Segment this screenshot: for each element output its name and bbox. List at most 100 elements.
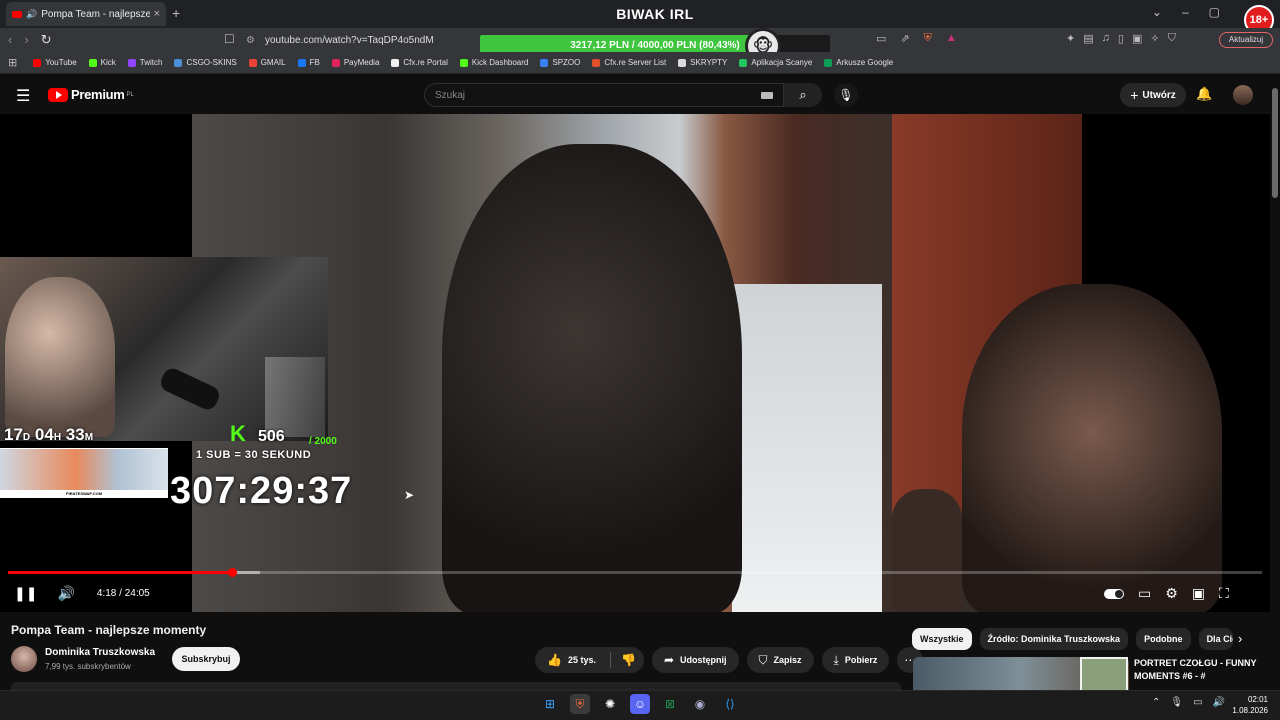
new-tab-icon[interactable]: + bbox=[172, 5, 180, 21]
download-button[interactable]: ⤓ Pobierz bbox=[821, 647, 890, 673]
speaker-icon[interactable]: 🔊 bbox=[26, 9, 37, 20]
thumbs-down-icon[interactable]: 👎 bbox=[621, 653, 636, 667]
update-button[interactable]: Aktualizuj bbox=[1219, 32, 1273, 48]
channel-avatar[interactable] bbox=[11, 646, 37, 672]
youtube-premium-logo[interactable]: Premium PL bbox=[48, 87, 134, 102]
youtube-play-icon bbox=[48, 87, 68, 102]
notifications-bell-icon[interactable]: 🔔 bbox=[1196, 86, 1212, 102]
chevron-right-icon[interactable]: › bbox=[1238, 631, 1242, 646]
bookmark-gmail[interactable]: GMAIL bbox=[248, 58, 286, 67]
subscriber-count: 7,99 tys. subskrybentów bbox=[45, 662, 131, 671]
fullscreen-icon[interactable]: ⛶ bbox=[1219, 585, 1229, 602]
autoplay-toggle[interactable] bbox=[1104, 588, 1124, 599]
bookmark-csgo-skins[interactable]: CSGO-SKINS bbox=[174, 58, 237, 67]
bookmark-spzoo[interactable]: SPZOO bbox=[540, 58, 580, 67]
sidebar-icon[interactable]: ▯ bbox=[1118, 32, 1124, 45]
subtitles-icon[interactable]: ▭ bbox=[1138, 585, 1151, 602]
channel-name[interactable]: Dominika Truszkowska bbox=[45, 647, 155, 658]
bookmark-cfx-server-list[interactable]: Cfx.re Server List bbox=[592, 58, 666, 67]
bookmark-paymedia[interactable]: PayMedia bbox=[331, 58, 379, 67]
chip-all[interactable]: Wszystkie bbox=[912, 628, 972, 650]
tray-microphone-icon[interactable]: 🎙 bbox=[1170, 697, 1183, 708]
obs-icon[interactable]: ◉ bbox=[690, 694, 710, 714]
account-avatar[interactable] bbox=[1233, 85, 1253, 105]
bookmark-google-sheets[interactable]: Arkusze Google bbox=[824, 58, 893, 67]
progress-bar[interactable] bbox=[8, 568, 1262, 577]
subscribe-button[interactable]: Subskrybuj bbox=[172, 647, 240, 671]
reading-list-icon[interactable]: ▤ bbox=[1083, 32, 1093, 45]
chatgpt-icon[interactable]: ✺ bbox=[600, 694, 620, 714]
player-controls-right: ▭ ⚙ ▣ ⛶ bbox=[1104, 585, 1229, 602]
volume-icon[interactable]: 🔊 bbox=[57, 585, 74, 602]
keyboard-icon[interactable] bbox=[761, 92, 773, 99]
bookmark-scanye[interactable]: Aplikacja Scanye bbox=[739, 58, 812, 67]
brave-shields-icon[interactable]: ⛨ bbox=[924, 32, 932, 45]
vscode-icon[interactable]: ⟨⟩ bbox=[720, 694, 740, 714]
bookmark-skrypty[interactable]: SKRYPTY bbox=[678, 58, 727, 67]
create-button[interactable]: + Utwórz bbox=[1120, 83, 1186, 107]
back-icon[interactable]: ‹ bbox=[8, 32, 12, 48]
pause-icon[interactable]: ❚❚ bbox=[14, 585, 37, 602]
extensions-icon[interactable]: ✦ bbox=[1066, 32, 1075, 45]
maximize-icon[interactable]: ▢ bbox=[1209, 5, 1220, 19]
bookmark-cfx-portal[interactable]: Cfx.re Portal bbox=[391, 58, 448, 67]
video-player[interactable] bbox=[0, 114, 1270, 612]
share-button[interactable]: ➦ Udostępnij bbox=[651, 647, 739, 673]
kick-icon bbox=[88, 58, 97, 67]
window-controls: ⌄ – ▢ bbox=[1152, 5, 1220, 19]
bookmark-twitch[interactable]: Twitch bbox=[127, 58, 162, 67]
bookmark-youtube[interactable]: YouTube bbox=[33, 58, 77, 67]
page-scrollbar[interactable] bbox=[1270, 76, 1280, 686]
apps-grid-icon[interactable]: ⊞ bbox=[8, 56, 17, 69]
voice-search-button[interactable]: 🎙 bbox=[834, 83, 858, 107]
search-box[interactable] bbox=[424, 83, 784, 107]
chip-similar[interactable]: Podobne bbox=[1136, 628, 1191, 650]
forward-icon[interactable]: › bbox=[24, 32, 28, 48]
chip-for-you[interactable]: Dla Cie bbox=[1198, 628, 1233, 650]
scanye-icon bbox=[739, 58, 748, 67]
leo-ai-icon[interactable]: ✧ bbox=[1150, 32, 1159, 45]
theater-mode-icon[interactable]: ▣ bbox=[1192, 585, 1205, 602]
bookmark-kick-dashboard[interactable]: Kick Dashboard bbox=[459, 58, 528, 67]
search-input[interactable] bbox=[435, 89, 755, 101]
save-button[interactable]: ⛉ Zapisz bbox=[746, 647, 814, 673]
cast-icon[interactable]: ▭ bbox=[876, 32, 886, 45]
bookmark-page-icon[interactable]: ☐ bbox=[224, 32, 235, 46]
tray-chevron-up-icon[interactable]: ⌃ bbox=[1152, 697, 1160, 708]
site-settings-icon[interactable]: ⚙ bbox=[246, 35, 255, 46]
region-code: PL bbox=[126, 91, 134, 98]
music-icon[interactable]: ♫ bbox=[1102, 32, 1110, 45]
bookmark-fb[interactable]: FB bbox=[297, 58, 320, 67]
tray-volume-icon[interactable]: 🔊 bbox=[1213, 697, 1225, 708]
tray-display-icon[interactable]: ▭ bbox=[1193, 697, 1202, 708]
stream-title: BIWAK IRL bbox=[616, 6, 694, 22]
search-button[interactable]: ⌕ bbox=[784, 83, 822, 107]
share-icon[interactable]: ⇗ bbox=[900, 32, 909, 45]
excel-icon[interactable]: ⊠ bbox=[660, 694, 680, 714]
chip-source[interactable]: Źródło: Dominika Truszkowska bbox=[979, 628, 1129, 650]
reload-icon[interactable]: ↻ bbox=[41, 32, 52, 48]
close-tab-icon[interactable]: × bbox=[154, 8, 160, 20]
taskbar-clock[interactable]: 02:01 1.08.2026 bbox=[1228, 694, 1268, 716]
like-divider bbox=[609, 652, 611, 668]
vpn-icon[interactable]: ⛉ bbox=[1168, 32, 1176, 45]
hamburger-menu-icon[interactable]: ☰ bbox=[16, 86, 30, 106]
system-tray: ⌃ 🎙 ▭ 🔊 bbox=[1152, 697, 1225, 708]
discord-icon[interactable]: ☺ bbox=[630, 694, 650, 714]
description-box[interactable] bbox=[11, 682, 901, 690]
recommendation-title[interactable]: PORTRET CZOŁGU - FUNNY MOMENTS #6 - # bbox=[1134, 657, 1264, 683]
scrollbar-thumb[interactable] bbox=[1272, 88, 1278, 198]
wallet-icon[interactable]: ▣ bbox=[1132, 32, 1142, 45]
chevron-down-icon[interactable]: ⌄ bbox=[1152, 5, 1162, 19]
brave-browser-icon[interactable]: ⛨ bbox=[570, 694, 590, 714]
thumbs-up-icon[interactable]: 👍 bbox=[547, 653, 562, 667]
hand-scene bbox=[892, 489, 962, 612]
like-count[interactable]: 25 tys. bbox=[568, 655, 596, 665]
minimize-icon[interactable]: – bbox=[1182, 5, 1189, 19]
brave-rewards-icon[interactable]: ▲ bbox=[946, 32, 957, 45]
browser-tab-active[interactable]: 🔊 Pompa Team - najlepsze mom × bbox=[6, 2, 166, 26]
windows-start-icon[interactable]: ⊞ bbox=[540, 694, 560, 714]
settings-gear-icon[interactable]: ⚙ bbox=[1165, 585, 1178, 602]
cfx-icon bbox=[391, 58, 400, 67]
bookmark-kick[interactable]: Kick bbox=[88, 58, 116, 67]
